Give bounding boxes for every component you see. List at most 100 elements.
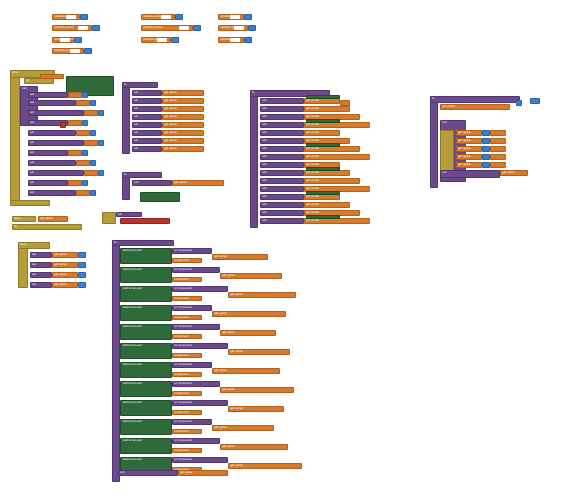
statement-block[interactable]: set <box>132 98 162 104</box>
getter-block[interactable] <box>490 162 506 168</box>
getter-block[interactable]: get global <box>52 262 78 268</box>
getter-block[interactable]: get global <box>52 272 78 278</box>
getter-block[interactable]: get global <box>220 330 276 336</box>
component-block[interactable] <box>306 215 340 219</box>
statement-block[interactable]: set <box>28 180 68 186</box>
variable-name-field[interactable] <box>157 38 167 42</box>
number-block[interactable] <box>98 140 104 146</box>
event-handler-block[interactable]: when <box>10 70 20 205</box>
statement-block[interactable]: call <box>260 130 304 136</box>
procedure-header[interactable]: to <box>430 96 520 103</box>
getter-block[interactable]: component <box>172 448 202 453</box>
statement-block[interactable]: set <box>132 106 162 112</box>
statement-block[interactable]: set <box>28 92 68 98</box>
getter-block[interactable]: get global <box>456 162 482 168</box>
getter-block[interactable] <box>68 150 82 156</box>
statement-block[interactable]: set <box>28 150 68 156</box>
statement-block[interactable]: set <box>132 138 162 144</box>
event-block[interactable]: when <box>12 216 36 222</box>
number-block[interactable] <box>82 120 88 126</box>
getter-block[interactable]: get global <box>456 130 482 136</box>
statement-block[interactable]: set <box>30 262 52 268</box>
getter-block[interactable]: component <box>172 334 202 339</box>
procedure-definition-block[interactable] <box>250 90 258 228</box>
statement-block[interactable]: call <box>260 186 304 192</box>
getter-block[interactable]: get global <box>228 463 302 469</box>
getter-block[interactable]: get global <box>304 130 340 136</box>
number-block[interactable] <box>78 252 86 258</box>
number-block[interactable] <box>98 110 104 116</box>
getter-block[interactable] <box>84 170 98 176</box>
getter-block[interactable] <box>76 100 90 106</box>
number-block[interactable] <box>516 100 522 106</box>
text-block[interactable] <box>60 122 66 128</box>
procedure-header[interactable]: to <box>112 240 174 246</box>
variable-name-field[interactable] <box>60 38 70 42</box>
getter-block[interactable]: get global <box>162 146 204 152</box>
statement-block[interactable]: of component <box>172 305 212 311</box>
component-getter-block[interactable] <box>40 74 64 79</box>
getter-block[interactable]: get global <box>162 122 204 128</box>
getter-block[interactable] <box>84 110 98 116</box>
number-block[interactable] <box>482 138 490 144</box>
statement-block[interactable]: set <box>116 212 142 217</box>
number-block[interactable] <box>78 282 86 288</box>
statement-block[interactable]: call <box>260 178 304 184</box>
component-block[interactable] <box>306 95 340 99</box>
variable-name-field[interactable] <box>234 26 244 30</box>
getter-block[interactable]: get global <box>228 406 284 412</box>
number-block[interactable] <box>90 190 96 196</box>
getter-block[interactable]: get global <box>178 470 228 476</box>
component-method-block[interactable]: .SetComponent <box>120 381 172 397</box>
statement-block[interactable]: set <box>28 170 84 176</box>
number-block[interactable] <box>82 150 88 156</box>
getter-block[interactable]: get global <box>212 311 286 317</box>
value-block[interactable] <box>193 25 201 31</box>
getter-block[interactable] <box>340 100 350 106</box>
variable-name-field[interactable] <box>161 15 171 19</box>
component-method-block[interactable]: .SetComponent <box>120 324 172 340</box>
statement-block[interactable]: of component <box>172 286 228 292</box>
variable-name-field[interactable] <box>179 26 189 30</box>
statement-block[interactable]: call <box>260 162 304 168</box>
statement-block[interactable]: of component <box>172 324 220 330</box>
getter-block[interactable]: get global <box>220 387 294 393</box>
procedure-definition-block[interactable] <box>430 96 438 188</box>
component-method-block[interactable]: .SetComponent <box>120 362 172 378</box>
statement-block[interactable]: of component <box>172 248 212 254</box>
statement-block[interactable]: of component <box>172 457 228 463</box>
getter-block[interactable] <box>68 92 82 98</box>
statement-block[interactable]: of component <box>172 267 220 273</box>
statement-block[interactable]: set <box>30 282 52 288</box>
getter-block[interactable]: component <box>172 391 202 396</box>
procedure-definition-block[interactable] <box>112 240 120 482</box>
statement-block[interactable]: call <box>260 98 304 104</box>
getter-block[interactable]: get global <box>172 180 224 186</box>
variable-name-field[interactable] <box>230 38 240 42</box>
value-block[interactable] <box>171 37 179 43</box>
getter-block[interactable]: get global <box>212 425 274 431</box>
statement-block[interactable]: of component <box>172 419 212 425</box>
number-block[interactable] <box>78 272 86 278</box>
statement-block[interactable]: call <box>260 106 304 112</box>
statement-block[interactable]: set <box>132 114 162 120</box>
getter-block[interactable]: get global <box>228 349 290 355</box>
getter-block[interactable] <box>76 160 90 166</box>
variable-name-field[interactable] <box>230 15 240 19</box>
getter-block[interactable]: get global <box>162 130 204 136</box>
statement-block[interactable]: of component <box>172 381 220 387</box>
getter-block[interactable]: get global <box>228 292 296 298</box>
variable-name-field[interactable] <box>66 15 76 19</box>
getter-block[interactable]: get global <box>162 98 204 104</box>
control-block[interactable] <box>102 212 116 224</box>
getter-block[interactable] <box>490 154 506 160</box>
procedure-header[interactable]: to <box>122 172 162 178</box>
number-block[interactable] <box>78 262 86 268</box>
statement-block[interactable]: set <box>28 190 76 196</box>
text-block[interactable] <box>120 218 170 224</box>
getter-block[interactable]: get global <box>440 104 510 110</box>
statement-block[interactable]: call <box>260 194 304 200</box>
component-block[interactable] <box>306 167 340 171</box>
getter-block[interactable]: get global <box>456 154 482 160</box>
statement-block[interactable]: set <box>28 140 84 146</box>
